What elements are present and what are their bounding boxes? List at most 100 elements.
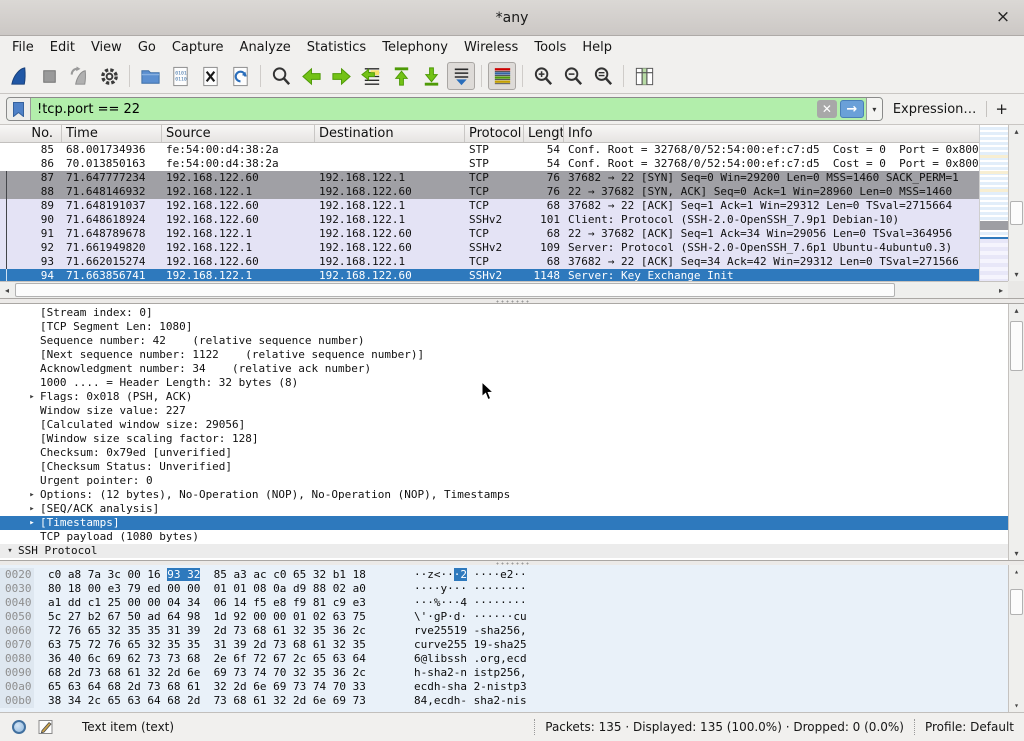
expander-icon[interactable] (26, 376, 38, 390)
hex-row[interactable]: 0030 80 18 00 e3 79 ed 00 00 01 01 08 0a… (0, 582, 1024, 596)
hex-row[interactable]: 0080 36 40 6c 69 62 73 73 68 2e 6f 72 67… (0, 652, 1024, 666)
menu-item[interactable]: Edit (42, 38, 83, 57)
scroll-up-icon[interactable]: ▴ (1009, 304, 1024, 317)
menu-item[interactable]: Analyze (232, 38, 299, 57)
column-header[interactable]: Protocol (465, 125, 524, 142)
expander-icon[interactable] (26, 446, 38, 460)
scroll-thumb[interactable] (1010, 321, 1023, 371)
hex-row[interactable]: 00a0 65 63 64 68 2d 73 68 61 32 2d 6e 69… (0, 680, 1024, 694)
go-forward-icon[interactable] (327, 62, 355, 90)
add-filter-button[interactable]: + (987, 100, 1018, 118)
expander-icon[interactable] (26, 306, 38, 320)
detail-row[interactable]: ▾ SSH Protocol (0, 544, 1024, 558)
detail-row[interactable]: Sequence number: 42 (relative sequence n… (0, 334, 1024, 348)
resize-columns-icon[interactable] (630, 62, 658, 90)
expander-icon[interactable]: ▸ (26, 488, 38, 502)
menu-item[interactable]: Statistics (299, 38, 374, 57)
packet-row[interactable]: 88 71.648146932 192.168.122.1 192.168.12… (0, 185, 1024, 199)
column-header[interactable]: No. (0, 125, 62, 142)
detail-row[interactable]: [Next sequence number: 1122 (relative se… (0, 348, 1024, 362)
detail-row[interactable]: Urgent pointer: 0 (0, 474, 1024, 488)
detail-row[interactable]: ▸ Options: (12 bytes), No-Operation (NOP… (0, 488, 1024, 502)
close-icon[interactable]: × (992, 6, 1014, 28)
display-filter-input[interactable] (31, 98, 817, 120)
detail-row[interactable]: [Calculated window size: 29056] (0, 418, 1024, 432)
capture-comment-icon[interactable] (38, 719, 54, 735)
detail-row[interactable]: ▸ [Timestamps] (0, 516, 1024, 530)
menu-item[interactable]: Telephony (374, 38, 456, 57)
go-to-first-packet-icon[interactable] (387, 62, 415, 90)
open-capture-file-icon[interactable] (136, 62, 164, 90)
profile-text[interactable]: Profile: Default (925, 720, 1014, 734)
expander-icon[interactable]: ▸ (26, 390, 38, 404)
scroll-up-icon[interactable]: ▴ (1009, 565, 1024, 578)
packet-row[interactable]: 87 71.647777234 192.168.122.60 192.168.1… (0, 171, 1024, 185)
restart-capture-icon[interactable] (65, 62, 93, 90)
zoom-in-icon[interactable] (529, 62, 557, 90)
expert-info-icon[interactable] (12, 720, 26, 734)
colorize-icon[interactable] (488, 62, 516, 90)
scroll-up-icon[interactable]: ▴ (1009, 125, 1024, 138)
bytes-vscrollbar[interactable]: ▴ ▾ (1008, 565, 1024, 712)
detail-row[interactable]: Checksum: 0x79ed [unverified] (0, 446, 1024, 460)
go-back-icon[interactable] (297, 62, 325, 90)
auto-scroll-icon[interactable] (447, 62, 475, 90)
stop-capture-icon[interactable] (35, 62, 63, 90)
menu-item[interactable]: Help (574, 38, 620, 57)
detail-row[interactable]: ▸ Flags: 0x018 (PSH, ACK) (0, 390, 1024, 404)
column-header[interactable]: Length (524, 125, 564, 142)
display-filter-field[interactable]: ✕ → ▾ (6, 97, 883, 121)
column-header[interactable]: Info (564, 125, 1024, 142)
hex-row[interactable]: 0020 c0 a8 7a 3c 00 16 93 32 85 a3 ac c0… (0, 568, 1024, 582)
menu-item[interactable]: Capture (164, 38, 232, 57)
hex-row[interactable]: 0070 63 75 72 76 65 32 35 35 31 39 2d 73… (0, 638, 1024, 652)
packet-row[interactable]: 92 71.661949820 192.168.122.1 192.168.12… (0, 241, 1024, 255)
packet-row[interactable]: 90 71.648618924 192.168.122.60 192.168.1… (0, 213, 1024, 227)
column-header[interactable]: Time (62, 125, 162, 142)
menu-item[interactable]: Wireless (456, 38, 526, 57)
expander-icon[interactable] (26, 334, 38, 348)
packet-list-minimap[interactable] (979, 125, 1008, 281)
packet-row[interactable]: 85 68.001734936 fe:54:00:d4:38:2a STP 54… (0, 143, 1024, 157)
menu-item[interactable]: Tools (526, 38, 574, 57)
hex-row[interactable]: 0060 72 76 65 32 35 35 31 39 2d 73 68 61… (0, 624, 1024, 638)
start-capture-icon[interactable] (5, 62, 33, 90)
expander-icon[interactable] (26, 404, 38, 418)
column-header[interactable]: Source (162, 125, 315, 142)
detail-row[interactable]: [Checksum Status: Unverified] (0, 460, 1024, 474)
detail-row[interactable]: [Window size scaling factor: 128] (0, 432, 1024, 446)
menu-item[interactable]: File (4, 38, 42, 57)
menu-item[interactable]: Go (130, 38, 164, 57)
reload-capture-file-icon[interactable] (226, 62, 254, 90)
expander-icon[interactable]: ▸ (26, 502, 38, 516)
expander-icon[interactable] (26, 530, 38, 544)
details-vscrollbar[interactable]: ▴ ▾ (1008, 304, 1024, 560)
capture-options-icon[interactable] (95, 62, 123, 90)
expander-icon[interactable] (26, 348, 38, 362)
menu-item[interactable]: View (83, 38, 130, 57)
scroll-thumb[interactable] (1010, 589, 1023, 615)
expander-icon[interactable]: ▾ (4, 544, 16, 558)
filter-dropdown-icon[interactable]: ▾ (866, 98, 882, 120)
scroll-left-icon[interactable]: ◂ (0, 282, 14, 298)
expander-icon[interactable] (26, 362, 38, 376)
titlebar[interactable]: *any × (0, 0, 1024, 36)
save-capture-file-icon[interactable]: 01010110 (166, 62, 194, 90)
scroll-down-icon[interactable]: ▾ (1009, 699, 1024, 712)
detail-row[interactable]: TCP payload (1080 bytes) (0, 530, 1024, 544)
go-to-last-packet-icon[interactable] (417, 62, 445, 90)
expression-button[interactable]: Expression… (883, 102, 987, 117)
filter-apply-icon[interactable]: → (840, 100, 864, 118)
expander-icon[interactable] (26, 320, 38, 334)
scroll-thumb[interactable] (15, 283, 895, 297)
packet-row[interactable]: 89 71.648191037 192.168.122.60 192.168.1… (0, 199, 1024, 213)
expander-icon[interactable] (26, 418, 38, 432)
packet-list-hscrollbar[interactable]: ◂ ▸ (0, 281, 1008, 298)
hex-row[interactable]: 0050 5c 27 b2 67 50 ad 64 98 1d 92 00 00… (0, 610, 1024, 624)
close-capture-file-icon[interactable] (196, 62, 224, 90)
packet-row[interactable]: 91 71.648789678 192.168.122.1 192.168.12… (0, 227, 1024, 241)
packet-row[interactable]: 86 70.013850163 fe:54:00:d4:38:2a STP 54… (0, 157, 1024, 171)
detail-row[interactable]: Acknowledgment number: 34 (relative ack … (0, 362, 1024, 376)
packet-list-vscrollbar[interactable]: ▴ ▾ (1008, 125, 1024, 281)
column-header[interactable]: Destination (315, 125, 465, 142)
